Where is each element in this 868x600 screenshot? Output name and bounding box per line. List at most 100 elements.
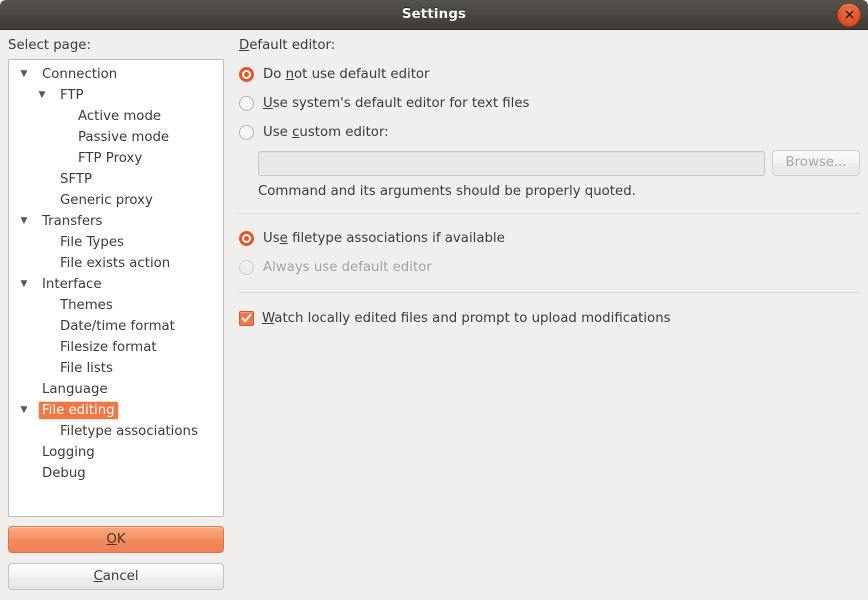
default-editor-radio-group[interactable]: Do not use default editor Use system's de… [239,63,860,143]
sidebar-item-logging[interactable]: Logging [9,442,223,463]
sidebar-item-label: Logging [42,445,95,461]
label-mnemonic: n [285,66,295,82]
sidebar-item-label: FTP [60,88,84,104]
radio-label-do-not-use-default-editor: Do not use default editor [263,67,430,82]
radio-label-use-filetype-associations: Use filetype associations if available [263,231,505,246]
custom-editor-row: Browse... [258,150,860,177]
sidebar-item-label: Active mode [78,109,162,125]
radio-row-use-custom-editor[interactable]: Use custom editor: [239,121,860,143]
sidebar-item-label: Themes [60,298,113,314]
label-post: filetype associations if available [287,230,505,246]
label-pre: Us [263,230,280,246]
cancel-button[interactable]: Cancel [8,563,224,591]
filetype-association-radio-group[interactable]: Use filetype associations if available Al… [239,227,860,278]
sidebar-item-label: File editing [38,401,119,421]
sidebar-item-interface[interactable]: ▼ Interface [9,274,223,295]
radio-row-use-filetype-associations[interactable]: Use filetype associations if available [239,227,860,249]
sidebar-item-label: Debug [42,466,86,482]
window-title: Settings [401,7,467,22]
sidebar-item-language[interactable]: Language [9,379,223,400]
ok-rest: K [116,532,126,548]
sidebar-item-ftp[interactable]: ▼ FTP [9,85,223,106]
sidebar-item-label: Generic proxy [60,193,153,209]
label-post: ot use default editor [294,66,430,82]
radio-label-use-system-default-editor: Use system's default editor for text fil… [263,96,529,111]
chevron-down-icon[interactable]: ▼ [17,64,31,85]
sidebar-item-label: Filetype associations [60,424,198,440]
sidebar-item-label: SFTP [60,172,92,188]
label-pre: Use [263,124,293,140]
custom-editor-hint: Command and its arguments should be prop… [258,184,636,200]
radio-label-use-custom-editor: Use custom editor: [263,125,389,140]
default-editor-label-rest: efault editor: [249,38,336,53]
sidebar-item-label: Interface [42,277,102,293]
watch-files-mnemonic: W [262,310,275,326]
sidebar-item-file-exists-action[interactable]: File exists action [9,253,223,274]
close-icon[interactable] [837,2,861,27]
radio-row-always-use-default-editor: Always use default editor [239,256,860,278]
label-mnemonic: e [279,230,288,246]
cancel-mnemonic: C [93,569,103,585]
window-titlebar: Settings [0,0,868,30]
cancel-button-label: Cancel [93,569,138,584]
sidebar-item-file-types[interactable]: File Types [9,232,223,253]
label-mnemonic: U [263,95,273,111]
select-page-label: Select page: [8,38,91,53]
sidebar-item-filetype-associations[interactable]: Filetype associations [9,421,223,442]
radio-row-use-system-default-editor[interactable]: Use system's default editor for text fil… [239,92,860,114]
default-editor-label: Default editor: [239,39,860,52]
radio-label-always-use-default-editor: Always use default editor [263,260,432,275]
sidebar-item-file-lists[interactable]: File lists [9,358,223,379]
default-editor-mnemonic: D [239,38,250,53]
chevron-down-icon[interactable]: ▼ [35,85,49,106]
sidebar-item-themes[interactable]: Themes [9,295,223,316]
label-post: se system's default editor for text file… [272,95,530,111]
watch-files-checkbox-row[interactable]: Watch locally edited files and prompt to… [239,307,860,329]
sidebar-item-label: Language [42,382,108,398]
separator-1 [239,213,860,215]
sidebar-item-label: File lists [60,361,113,377]
ok-button[interactable]: OK [8,526,224,554]
sidebar-item-passive-mode[interactable]: Passive mode [9,127,223,148]
settings-panel: Default editor: Do not use default edito… [239,39,860,329]
custom-editor-input[interactable] [258,150,766,176]
sidebar-item-active-mode[interactable]: Active mode [9,106,223,127]
dialog-body: Select page: ▼ Connection ▼ FTP Active mode P… [0,30,868,600]
chevron-down-icon[interactable]: ▼ [17,211,31,232]
sidebar-item-label: Transfers [42,214,103,230]
sidebar-item-label: File exists action [60,256,171,272]
ok-button-label: OK [106,532,125,547]
watch-files-label: Watch locally edited files and prompt to… [262,311,671,326]
cancel-rest: ancel [102,569,139,585]
radio-icon-use-custom-editor[interactable] [239,124,254,140]
sidebar-item-connection[interactable]: ▼ Connection [9,64,223,85]
sidebar: Select page: ▼ Connection ▼ FTP Active mode P… [8,38,226,591]
radio-icon-use-system-default-editor[interactable] [239,95,254,111]
sidebar-item-date-time-format[interactable]: Date/time format [9,316,223,337]
radio-icon-always-use-default-editor [239,259,254,275]
chevron-down-icon[interactable]: ▼ [17,400,31,421]
chevron-down-icon[interactable]: ▼ [17,274,31,295]
sidebar-item-debug[interactable]: Debug [9,463,223,484]
sidebar-item-ftp-proxy[interactable]: FTP Proxy [9,148,223,169]
sidebar-item-sftp[interactable]: SFTP [9,169,223,190]
sidebar-item-label: Passive mode [78,130,170,146]
label-pre: Do [263,66,286,82]
radio-icon-use-filetype-associations[interactable] [239,230,254,246]
sidebar-item-file-editing[interactable]: ▼ File editing [9,400,223,421]
radio-icon-do-not-use-default-editor[interactable] [239,66,254,82]
label-post: Always use default editor [263,259,432,275]
sidebar-item-filesize-format[interactable]: Filesize format [9,337,223,358]
browse-button[interactable]: Browse... [772,150,860,177]
label-post: ustom editor: [299,124,389,140]
sidebar-item-label: File Types [60,235,124,251]
sidebar-item-label: Date/time format [60,319,175,335]
sidebar-item-label: FTP Proxy [78,151,143,167]
sidebar-item-generic-proxy[interactable]: Generic proxy [9,190,223,211]
sidebar-item-label: Filesize format [60,340,157,356]
page-tree[interactable]: ▼ Connection ▼ FTP Active mode Passive mode FT… [8,59,224,518]
sidebar-item-label: Connection [42,67,118,83]
checkmark-icon[interactable] [239,310,254,326]
radio-row-do-not-use-default-editor[interactable]: Do not use default editor [239,63,860,85]
sidebar-item-transfers[interactable]: ▼ Transfers [9,211,223,232]
